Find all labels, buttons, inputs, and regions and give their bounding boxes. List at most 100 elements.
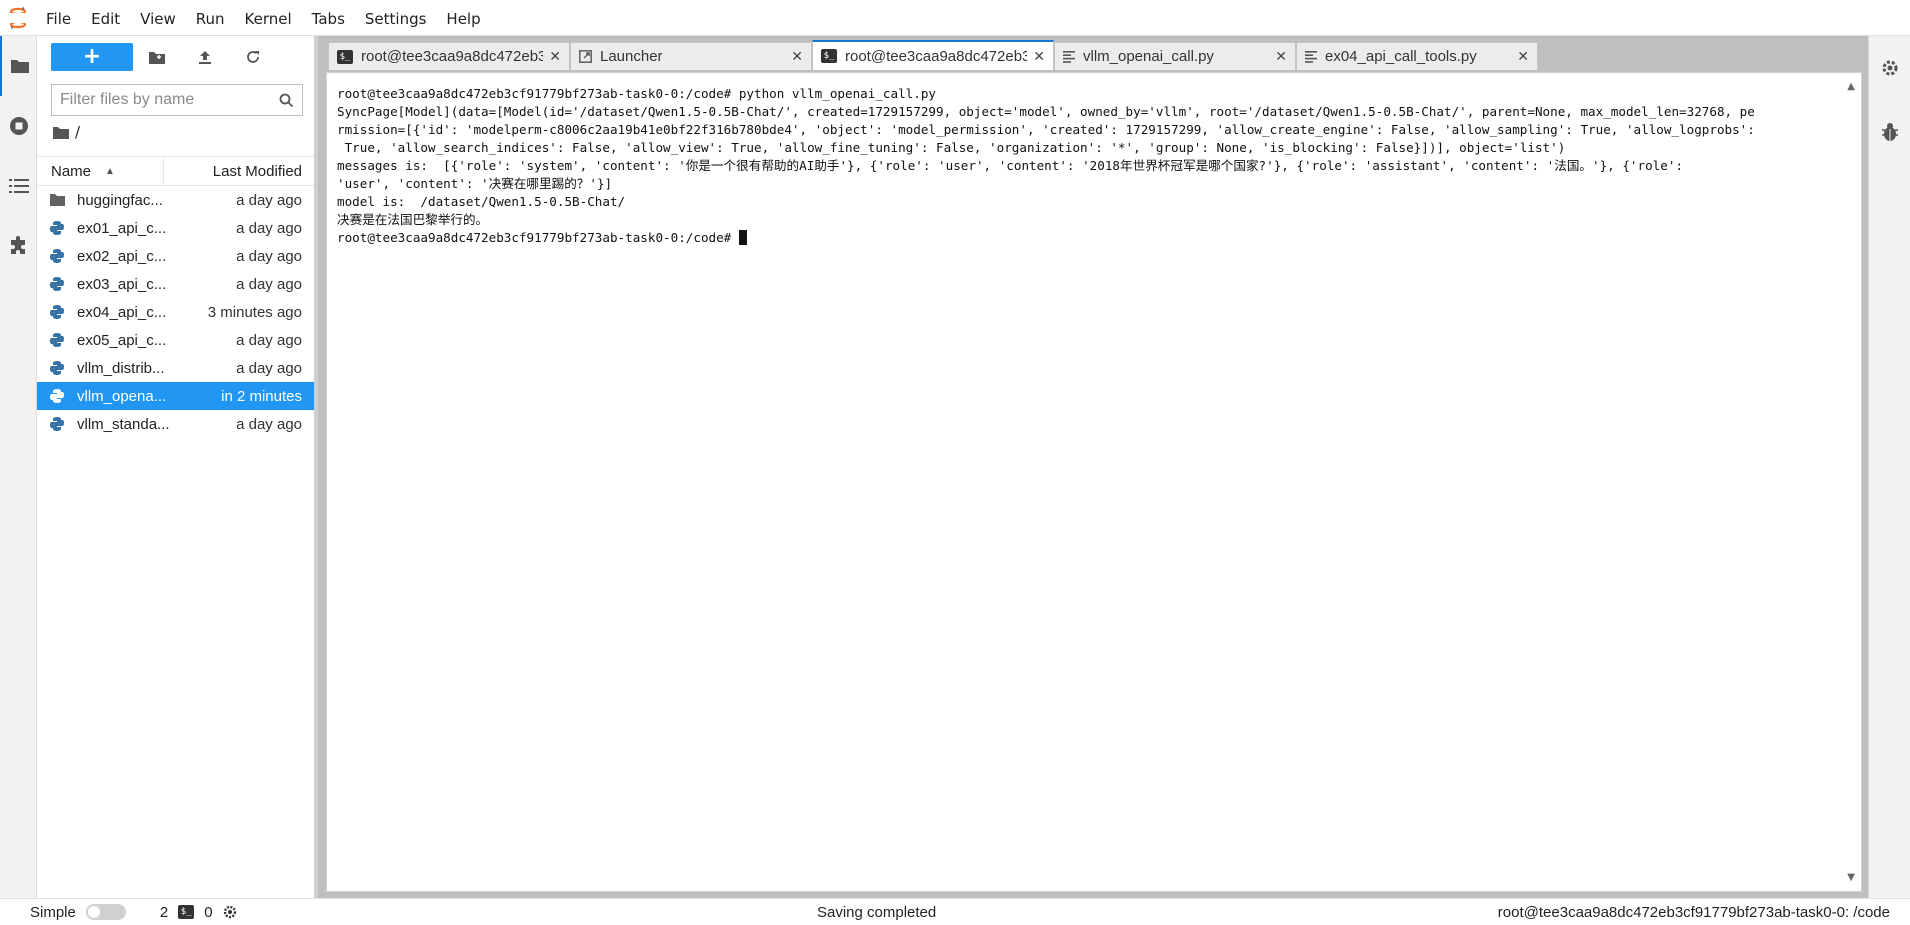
tab-terminal-1[interactable]: $_ root@tee3caa9a8dc472eb3c ✕ — [328, 42, 570, 70]
terminal-line: 'user', 'content': '决赛在哪里踢的？'}] — [337, 176, 613, 191]
listing-header: Name ▲ Last Modified — [37, 156, 314, 186]
name-column-header[interactable]: Name ▲ — [37, 157, 164, 185]
file-row-ex01[interactable]: ex01_api_c... a day ago — [37, 214, 314, 242]
tab-ex04-api-call-tools[interactable]: ex04_api_call_tools.py ✕ — [1296, 42, 1538, 70]
upload-icon — [199, 51, 211, 64]
menu-run[interactable]: Run — [186, 0, 235, 36]
menu-tabs[interactable]: Tabs — [302, 0, 355, 36]
file-name: vllm_opena... — [77, 387, 167, 405]
property-inspector-tab[interactable] — [1869, 36, 1910, 100]
file-name: huggingfac... — [77, 191, 163, 209]
search-icon — [279, 93, 294, 107]
python-file-icon — [50, 417, 64, 431]
file-row-ex04[interactable]: ex04_api_c... 3 minutes ago — [37, 298, 314, 326]
jupyter-logo-icon[interactable] — [0, 0, 36, 36]
new-folder-icon — [149, 51, 165, 64]
file-modified: in 2 minutes — [221, 387, 302, 405]
file-modified: a day ago — [236, 191, 302, 209]
close-icon[interactable]: ✕ — [791, 48, 803, 65]
file-name: vllm_standa... — [77, 415, 170, 433]
tab-bar: $_ root@tee3caa9a8dc472eb3c ✕ Launcher ✕… — [318, 36, 1868, 70]
launcher-icon — [579, 50, 592, 63]
terminals-count: 2 — [159, 903, 169, 921]
terminal-output[interactable]: root@tee3caa9a8dc472eb3cf91779bf273ab-ta… — [326, 72, 1862, 892]
menu-kernel[interactable]: Kernel — [235, 0, 302, 36]
file-name: ex01_api_c... — [77, 219, 167, 237]
root-folder-icon[interactable] — [53, 126, 69, 139]
kernels-count: 0 — [204, 903, 213, 921]
terminal-cursor — [738, 230, 747, 245]
terminal-icon[interactable]: $_ — [178, 905, 195, 919]
python-file-icon — [50, 305, 64, 319]
scroll-down-arrow-icon[interactable]: ▼ — [1847, 872, 1855, 883]
terminal-line: SyncPage[Model](data=[Model(id='/dataset… — [337, 104, 1755, 119]
file-browser-toolbar: + — [37, 36, 314, 78]
python-file-icon — [50, 361, 64, 375]
file-name: ex05_api_c... — [77, 331, 167, 349]
tab-launcher[interactable]: Launcher ✕ — [570, 42, 812, 70]
file-row-vllm-openai[interactable]: vllm_opena... in 2 minutes — [37, 382, 314, 410]
terminal-line: True, 'allow_search_indices': False, 'al… — [337, 140, 1566, 155]
debugger-tab[interactable] — [1869, 100, 1910, 164]
close-icon[interactable]: ✕ — [549, 48, 561, 65]
menu-help[interactable]: Help — [436, 0, 490, 36]
file-row-huggingface[interactable]: huggingfac... a day ago — [37, 186, 314, 214]
file-modified: a day ago — [236, 219, 302, 237]
save-status: Saving completed — [817, 903, 937, 921]
breadcrumb-root[interactable]: / — [75, 123, 80, 141]
file-filter-input[interactable] — [60, 91, 279, 109]
status-left: Simple 2 $_ 0 — [0, 904, 237, 921]
terminal-path-status: root@tee3caa9a8dc472eb3cf91779bf273ab-ta… — [1497, 903, 1890, 921]
file-row-vllm-standa[interactable]: vllm_standa... a day ago — [37, 410, 314, 438]
refresh-icon — [247, 51, 259, 63]
menu-settings[interactable]: Settings — [355, 0, 437, 36]
python-file-icon — [50, 389, 64, 403]
file-row-ex05[interactable]: ex05_api_c... a day ago — [37, 326, 314, 354]
new-folder-button[interactable] — [133, 43, 181, 71]
terminal-line: 决赛是在法国巴黎举行的。 — [337, 212, 489, 227]
file-browser-tab[interactable] — [0, 36, 37, 96]
file-name: ex04_api_c... — [77, 303, 167, 321]
folder-icon — [10, 60, 29, 73]
tab-terminal-2[interactable]: $_ root@tee3caa9a8dc472eb3c ✕ — [812, 40, 1054, 70]
file-row-ex02[interactable]: ex02_api_c... a day ago — [37, 242, 314, 270]
terminal-line: root@tee3caa9a8dc472eb3cf91779bf273ab-ta… — [337, 86, 936, 101]
upload-button[interactable] — [181, 43, 229, 71]
file-row-ex03[interactable]: ex03_api_c... a day ago — [37, 270, 314, 298]
close-icon[interactable]: ✕ — [1033, 48, 1045, 65]
close-icon[interactable]: ✕ — [1517, 48, 1529, 65]
table-of-contents-tab[interactable] — [0, 156, 37, 216]
breadcrumb: / — [37, 116, 314, 148]
new-launcher-button[interactable]: + — [51, 43, 133, 71]
scroll-up-arrow-icon[interactable]: ▲ — [1847, 81, 1855, 92]
file-list: huggingfac... a day ago ex01_api_c... a … — [37, 186, 314, 438]
menu-edit[interactable]: Edit — [81, 0, 130, 36]
menu-file[interactable]: File — [36, 0, 81, 36]
tab-vllm-openai-call[interactable]: vllm_openai_call.py ✕ — [1054, 42, 1296, 70]
file-modified: a day ago — [236, 247, 302, 265]
property-inspector-icon — [1882, 60, 1898, 76]
terminal-prompt: root@tee3caa9a8dc472eb3cf91779bf273ab-ta… — [337, 230, 739, 245]
python-file-icon — [50, 333, 64, 347]
modified-column-header[interactable]: Last Modified — [164, 163, 314, 180]
file-name: ex02_api_c... — [77, 247, 167, 265]
running-icon — [9, 117, 28, 135]
file-row-vllm-distrib[interactable]: vllm_distrib... a day ago — [37, 354, 314, 382]
tab-label: root@tee3caa9a8dc472eb3c — [845, 47, 1028, 65]
file-name: vllm_distrib... — [77, 359, 165, 377]
running-sessions-tab[interactable] — [0, 96, 37, 156]
terminal-line: model is: /dataset/Qwen1.5-0.5B-Chat/ — [337, 194, 626, 209]
name-header-label: Name — [51, 162, 92, 180]
extension-manager-tab[interactable] — [0, 216, 37, 276]
tab-label: root@tee3caa9a8dc472eb3c — [361, 48, 544, 65]
menu-view[interactable]: View — [130, 0, 186, 36]
file-modified: a day ago — [236, 359, 302, 377]
gear-icon[interactable] — [223, 905, 237, 919]
tab-label: vllm_openai_call.py — [1083, 48, 1214, 65]
refresh-button[interactable] — [229, 43, 277, 71]
file-modified: a day ago — [236, 331, 302, 349]
file-modified: a day ago — [236, 275, 302, 293]
close-icon[interactable]: ✕ — [1275, 48, 1287, 65]
simple-mode-toggle[interactable] — [85, 904, 126, 920]
terminal-icon: $_ — [821, 49, 837, 63]
